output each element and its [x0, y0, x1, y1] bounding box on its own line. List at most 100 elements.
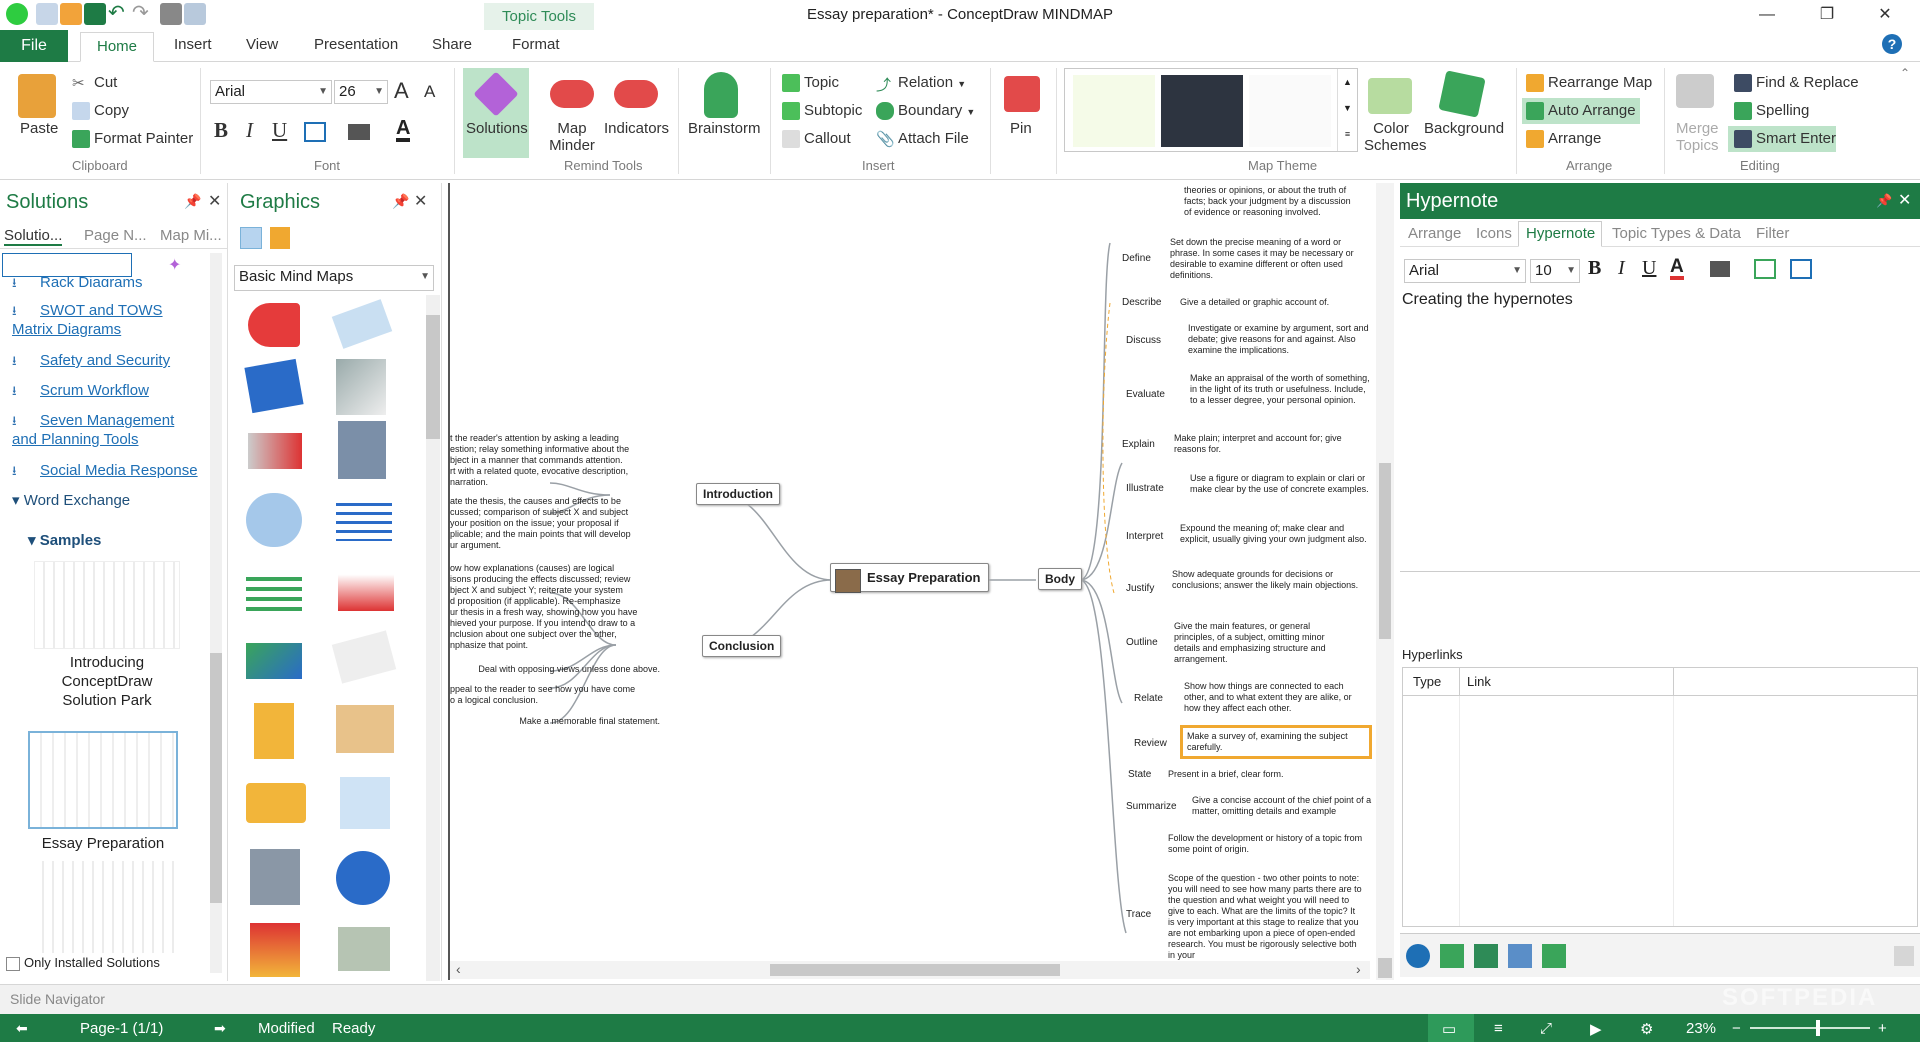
background-icon[interactable] [1438, 70, 1486, 118]
add-page-link-icon[interactable] [1508, 944, 1532, 968]
brainstorm-button[interactable]: Brainstorm [688, 120, 761, 137]
slide-navigator[interactable]: Slide Navigator [0, 984, 1920, 1014]
graphic[interactable] [336, 705, 394, 753]
solutions-scrollbar[interactable] [210, 253, 222, 973]
branch-relate-desc[interactable]: Show how things are connected to each ot… [1184, 681, 1368, 714]
add-web-link-icon[interactable] [1406, 944, 1430, 968]
attach-file-button[interactable]: 📎 Attach File [876, 130, 969, 148]
font-color-icon[interactable]: A [396, 118, 411, 142]
highlight-icon[interactable] [1710, 261, 1730, 277]
chart-graphic[interactable] [338, 559, 394, 611]
advertising-graphic[interactable] [244, 358, 304, 414]
globe-graphic[interactable] [336, 851, 390, 905]
auto-arrange-button[interactable]: Auto Arrange [1526, 102, 1636, 121]
branch-state-desc[interactable]: Present in a brief, clear form. [1168, 769, 1368, 780]
branch-justify[interactable]: Justify [1126, 583, 1154, 594]
font-family-select[interactable]: Arial ▼ [210, 80, 332, 104]
close-panel-icon[interactable]: ✕ [414, 191, 427, 211]
speaker-graphic[interactable] [248, 433, 302, 469]
add-file-link-icon[interactable] [1440, 944, 1464, 968]
list-item[interactable]: ⭳ Scrum Workflow [12, 381, 149, 400]
close-button[interactable]: ✕ [1858, 0, 1912, 30]
tab-home[interactable]: Home [80, 32, 154, 62]
font-size-select[interactable]: 26 ▼ [334, 80, 388, 104]
color-schemes-icon[interactable] [1368, 78, 1412, 114]
hypernote-size-select[interactable]: 10 ▼ [1530, 259, 1580, 283]
tab-topic-types-data[interactable]: Topic Types & Data [1612, 225, 1741, 242]
add-folder-link-icon[interactable] [1474, 944, 1498, 968]
branch-outline[interactable]: Outline [1126, 637, 1158, 648]
tab-arrange[interactable]: Arrange [1408, 225, 1461, 242]
branch-justify-desc[interactable]: Show adequate grounds for decisions or c… [1172, 569, 1368, 591]
paste-button[interactable]: Paste [20, 120, 58, 137]
find-replace-button[interactable]: Find & Replace [1734, 74, 1859, 93]
library-view-icon[interactable] [240, 227, 262, 249]
graphic[interactable] [336, 497, 392, 541]
conclusion-item[interactable]: ppeal to the reader to see how you have … [450, 684, 660, 706]
pin-panel-icon[interactable]: 📌 [392, 193, 409, 210]
collapse-ribbon-icon[interactable]: ⌃ [1900, 66, 1910, 80]
arrange-button[interactable]: Arrange [1526, 130, 1601, 149]
solutions-filter-icon[interactable]: ✦ [168, 255, 188, 275]
column-link[interactable]: Link [1467, 674, 1491, 689]
megaphone-graphic[interactable] [248, 303, 300, 347]
indent-icon[interactable] [1790, 259, 1812, 279]
branch-relate[interactable]: Relate [1134, 693, 1163, 704]
graphic[interactable] [250, 923, 300, 977]
italic-button[interactable]: I [1618, 257, 1625, 280]
paste-icon[interactable] [18, 74, 56, 118]
graphic[interactable] [246, 643, 302, 679]
branch-explain[interactable]: Explain [1122, 439, 1155, 450]
branch-summarize-desc[interactable]: Give a concise account of the chief poin… [1192, 795, 1376, 817]
conclusion-item[interactable]: Deal with opposing views unless done abo… [454, 664, 660, 675]
sample-title[interactable]: Introducing ConceptDraw Solution Park [34, 653, 180, 710]
hypernote-font-select[interactable]: Arial ▼ [1404, 259, 1526, 283]
branch-discuss[interactable]: Discuss [1126, 335, 1161, 346]
graphic[interactable] [250, 849, 300, 905]
bold-button[interactable]: B [1588, 257, 1601, 280]
branch-trace[interactable]: Trace [1126, 909, 1151, 920]
graphic[interactable] [331, 630, 397, 684]
close-panel-icon[interactable]: ✕ [1898, 190, 1911, 210]
branch-evaluate[interactable]: Evaluate [1126, 389, 1165, 400]
list-item[interactable]: ⭳ SWOT and TOWS Matrix Diagrams [12, 301, 192, 339]
word-exchange-group[interactable]: ▾ Word Exchange [12, 491, 130, 509]
map-theme-gallery[interactable]: ▲ ▼ ≡ [1064, 68, 1358, 152]
color-schemes-button[interactable]: Color Schemes [1364, 120, 1427, 154]
help-icon[interactable]: ? [1882, 34, 1902, 54]
scroll-right-icon[interactable]: › [1356, 961, 1361, 977]
folder-graphic[interactable] [246, 783, 306, 823]
tab-file[interactable]: File [0, 30, 68, 62]
branch-describe[interactable]: Describe [1122, 297, 1161, 308]
graphic[interactable] [246, 493, 302, 547]
sample-thumbnail[interactable] [34, 861, 180, 953]
tab-icons[interactable]: Icons [1476, 225, 1512, 242]
zoom-out-icon[interactable]: − [1732, 1020, 1741, 1037]
outline-view-icon[interactable]: ≡ [1494, 1020, 1503, 1037]
only-installed-checkbox[interactable]: Only Installed Solutions [6, 955, 160, 971]
tab-map-minder[interactable]: Map Mi... [160, 227, 222, 244]
remove-link-icon[interactable] [1894, 946, 1914, 966]
conclusion-item[interactable]: Make a memorable final statement. [490, 716, 660, 727]
branch-outline-desc[interactable]: Give the main features, or general princ… [1174, 621, 1344, 665]
next-page-icon[interactable]: ➡ [214, 1020, 226, 1037]
introduction-topic[interactable]: Introduction [696, 483, 780, 505]
tab-page-navigator[interactable]: Page N... [84, 227, 147, 244]
smart-enter-button[interactable]: Smart Enter [1734, 130, 1836, 149]
canvas-vscrollbar[interactable] [1376, 183, 1394, 980]
zoom-slider-thumb[interactable] [1816, 1020, 1820, 1036]
pin-panel-icon[interactable]: 📌 [1876, 193, 1892, 209]
align-icon[interactable] [304, 122, 326, 142]
tab-hypernote[interactable]: Hypernote [1526, 225, 1595, 242]
tab-insert[interactable]: Insert [174, 36, 212, 53]
pin-panel-icon[interactable]: 📌 [184, 193, 201, 210]
branch-evaluate-desc[interactable]: Make an appraisal of the worth of someth… [1190, 373, 1370, 406]
sample-title[interactable]: Essay Preparation [28, 835, 178, 852]
graphic[interactable] [331, 299, 393, 349]
topic-button[interactable]: Topic [782, 74, 839, 93]
body-description[interactable]: theories or opinions, or about the truth… [1184, 185, 1374, 218]
indicators-icon[interactable] [614, 80, 658, 108]
scroll-left-icon[interactable]: ‹ [456, 961, 461, 977]
gallery-scroll[interactable]: ▲ ▼ ≡ [1337, 69, 1357, 151]
scrollbar-thumb[interactable] [426, 315, 440, 439]
